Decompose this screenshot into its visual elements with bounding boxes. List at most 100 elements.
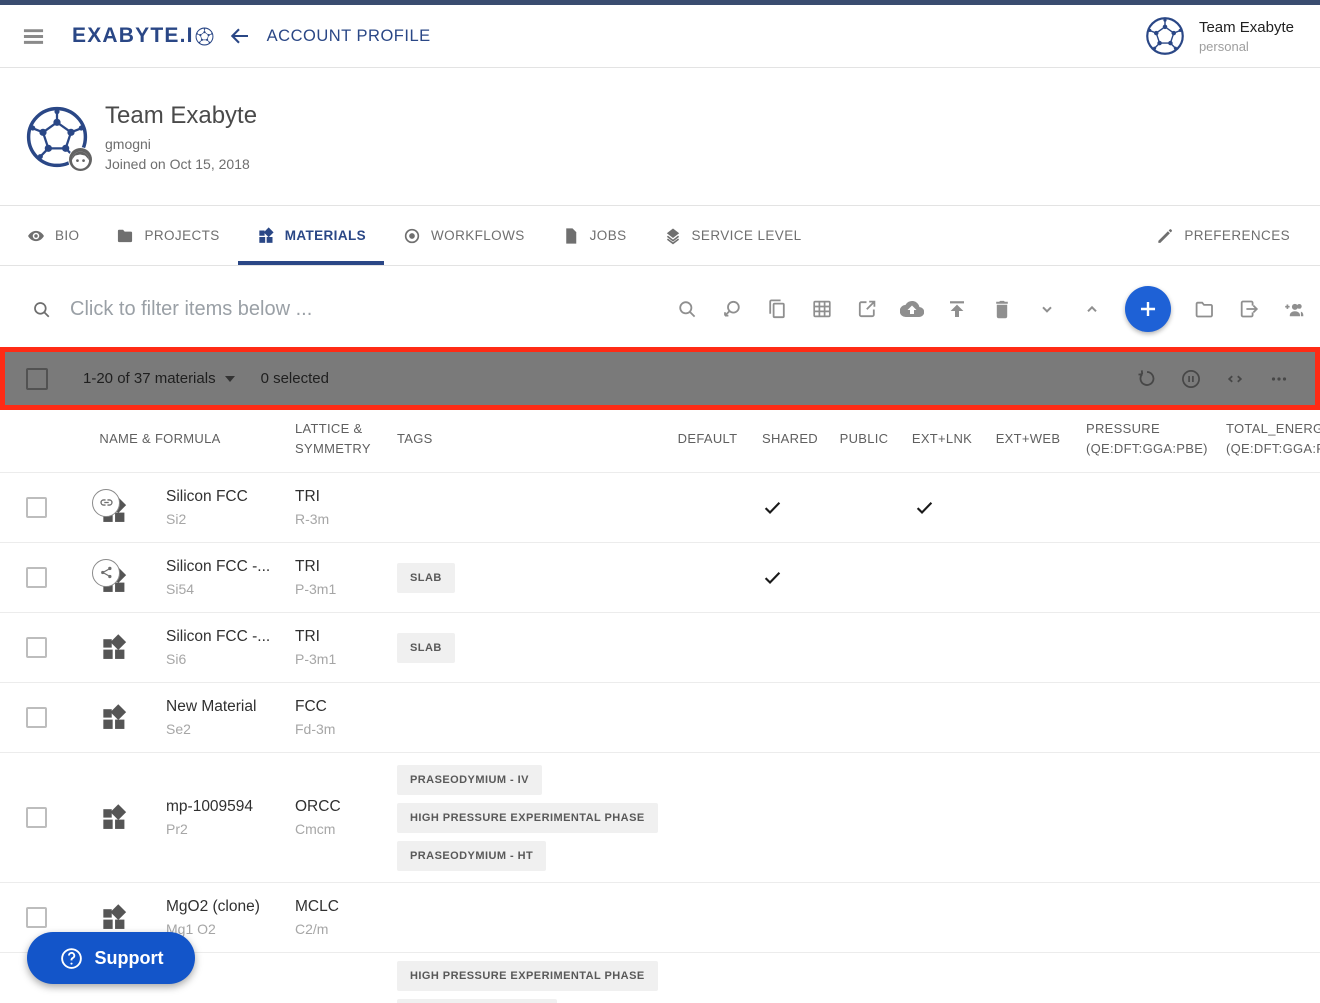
name-formula-cell: Silicon FCCSi2 [160,488,290,527]
share-badge-icon [92,559,120,587]
tab-jobs[interactable]: JOBS [543,206,645,265]
tab-preferences[interactable]: PREFERENCES [1137,206,1308,265]
caret-down-icon [225,376,235,382]
tab-workflows[interactable]: WORKFLOWS [384,206,543,265]
select-all-checkbox[interactable] [26,368,48,390]
name-formula-cell: Silicon FCC -...Si6 [160,628,290,667]
tag-chip[interactable]: SLAB [397,633,455,663]
tab-label: SERVICE LEVEL [692,228,802,243]
column-header-total_energy[interactable]: TOTAL_ENERGY(QE:DFT:GGA:PBE) [1210,419,1320,458]
column-header-tags[interactable]: TAGS [395,429,665,449]
cloud-upload-icon[interactable] [900,297,924,321]
material-icon-cell [90,489,160,527]
exabyte-logo[interactable]: EXABYTE.I [72,24,214,48]
material-formula: Se2 [166,721,290,737]
row-checkbox[interactable] [26,907,47,928]
grid-icon[interactable] [810,297,834,321]
tag-chip[interactable]: PRASEODYMIUM - HT [397,841,546,871]
menu-icon[interactable] [20,23,47,50]
upload-icon[interactable] [945,297,969,321]
chevron-up-icon[interactable] [1080,297,1104,321]
tab-materials[interactable]: MATERIALS [238,206,384,265]
copy-icon[interactable] [765,297,789,321]
column-header-ext_lnk[interactable]: EXT+LNK [898,429,986,449]
back-arrow-icon[interactable] [228,24,252,48]
file-icon [561,226,581,246]
import-icon[interactable] [1237,297,1261,321]
tab-service-level[interactable]: SERVICE LEVEL [645,206,820,265]
column-header-pressure[interactable]: PRESSURE(QE:DFT:GGA:PBE) [1070,419,1210,458]
lattice-symmetry-cell: MCLCC2/m [290,898,395,937]
row-checkbox[interactable] [26,637,47,658]
column-header-lattice[interactable]: LATTICE & SYMMETRY [290,419,386,458]
column-header-ext_web[interactable]: EXT+WEB [986,429,1070,449]
tab-projects[interactable]: PROJECTS [97,206,237,265]
more-horiz-icon[interactable] [1267,367,1291,391]
row-checkbox[interactable] [26,707,47,728]
name-formula-cell: New Material Se2 [160,698,290,737]
material-name[interactable]: Silicon FCC -... [166,628,290,646]
tag-chip[interactable] [397,999,557,1003]
tab-label: PREFERENCES [1184,228,1290,243]
support-button[interactable]: Support [27,932,195,984]
table-row[interactable]: Silicon FCCSi2TRIR-3m [0,472,1320,542]
tags-cell: PRASEODYMIUM - IV HIGH PRESSURE EXPERIMEN… [395,765,665,871]
delete-icon[interactable] [990,297,1014,321]
undo-icon[interactable] [1135,367,1159,391]
lattice-type: ORCC [295,798,395,816]
row-checkbox[interactable] [26,497,47,518]
table-row[interactable]: Silicon FCC -...Si6TRIP-3m1SLAB [0,612,1320,682]
search-retry-icon[interactable] [720,297,744,321]
column-header-name[interactable]: NAME & FORMULA [90,429,290,449]
name-formula-cell: MgO2 (clone)Mg1 O2 [160,898,290,937]
tab-label: JOBS [590,228,627,243]
lattice-symmetry-cell: TRIP-3m1 [290,628,395,667]
account-menu[interactable]: Team Exabyte personal [1145,16,1294,56]
filter-toolbar [0,266,1320,352]
column-header-public[interactable]: PUBLIC [830,429,898,449]
profile-avatar [25,105,89,169]
table-row[interactable]: mp-1009594Pr2ORCCCmcmPRASEODYMIUM - IVHI… [0,752,1320,882]
material-name[interactable]: MgO2 (clone) [166,898,290,916]
filter-input[interactable] [70,298,490,321]
open-in-new-icon[interactable] [855,297,879,321]
tag-chip[interactable]: HIGH PRESSURE EXPERIMENTAL PHASE [397,803,658,833]
code-icon[interactable] [1223,367,1247,391]
search-icon[interactable] [675,297,699,321]
symmetry-group: R-3m [295,511,395,527]
table-header: NAME & FORMULALATTICE & SYMMETRY TAGSDEFA… [0,405,1320,472]
column-header-shared[interactable]: SHARED [750,429,830,449]
row-checkbox-cell [0,637,90,658]
tab-label: MATERIALS [285,228,366,243]
support-label: Support [95,948,164,969]
column-header-default[interactable]: DEFAULT [665,429,750,449]
add-people-icon[interactable] [1282,297,1306,321]
material-name[interactable]: Silicon FCC [166,488,290,506]
logo-soccer-icon [195,27,214,46]
tag-chip[interactable]: HIGH PRESSURE EXPERIMENTAL PHASE [397,961,658,991]
folder-outline-icon[interactable] [1192,297,1216,321]
row-checkbox[interactable] [26,567,47,588]
add-fab-button[interactable] [1125,286,1171,332]
table-row[interactable]: Silicon FCC -...Si54TRIP-3m1SLAB [0,542,1320,612]
tag-chip[interactable]: SLAB [397,563,455,593]
row-checkbox[interactable] [26,807,47,828]
material-name[interactable]: mp-1009594 [166,798,290,816]
material-name[interactable]: New Material [166,698,290,716]
symmetry-group: P-3m1 [295,651,395,667]
table-row[interactable]: HIGH PRESSURE EXPERIMENTAL PHASE [0,952,1320,1003]
table-row[interactable]: MgO2 (clone)Mg1 O2MCLCC2/m [0,882,1320,952]
lattice-symmetry-cell: FCCFd-3m [290,698,395,737]
app-header: EXABYTE.I ACCOUNT PROFILE Team Exabyte p… [0,5,1320,68]
lattice-type: FCC [295,698,395,716]
name-formula-cell: mp-1009594Pr2 [160,798,290,837]
tag-chip[interactable]: PRASEODYMIUM - IV [397,765,542,795]
table-row[interactable]: New Material Se2FCCFd-3m [0,682,1320,752]
chevron-down-icon[interactable] [1035,297,1059,321]
search-icon [30,298,53,321]
material-name[interactable]: Silicon FCC -... [166,558,290,576]
selection-bar-actions [1135,367,1291,391]
pause-circle-icon[interactable] [1179,367,1203,391]
pagination-range-dropdown[interactable]: 1-20 of 37 materials [83,370,235,387]
tab-bio[interactable]: BIO [8,206,97,265]
